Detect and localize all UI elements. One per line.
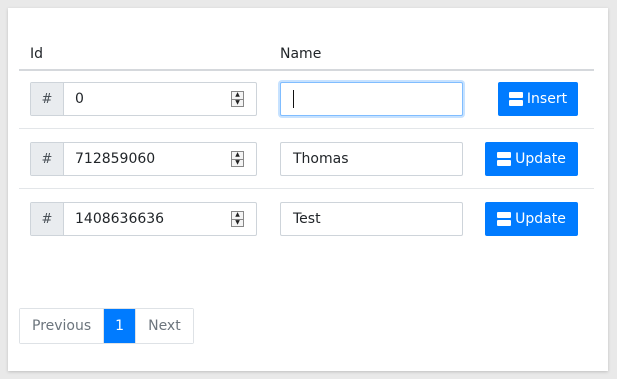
id-number-input[interactable]: 0 <box>64 83 231 115</box>
id-prefix-addon: # <box>31 143 64 175</box>
insert-button[interactable]: Insert <box>498 82 578 116</box>
id-number-input[interactable]: 1408636636 <box>64 203 231 235</box>
pagination: Previous 1 Next <box>19 308 194 344</box>
column-header-id: Id <box>30 46 44 62</box>
spinner-down-icon[interactable]: ▼ <box>232 158 243 167</box>
table-row: # 1408636636 ▲ ▼ Test Update <box>8 202 608 238</box>
next-page-button[interactable]: Next <box>135 309 193 343</box>
table-row: # 712859060 ▲ ▼ Thomas Update <box>8 142 608 178</box>
name-input-value: Thomas <box>293 151 349 167</box>
header-divider <box>19 69 594 71</box>
id-number-input[interactable]: 712859060 <box>64 143 231 175</box>
name-input[interactable]: Thomas <box>280 142 463 176</box>
server-icon <box>497 212 512 226</box>
server-icon <box>497 152 512 166</box>
id-prefix-addon: # <box>31 203 64 235</box>
id-input-group: # 712859060 ▲ ▼ <box>30 142 257 176</box>
name-input-value: Test <box>293 211 321 227</box>
update-button[interactable]: Update <box>485 142 578 176</box>
spinner-down-icon[interactable]: ▼ <box>232 218 243 227</box>
row-divider <box>19 188 594 189</box>
name-input[interactable] <box>280 82 463 116</box>
id-spinner[interactable]: ▲ ▼ <box>231 211 244 227</box>
name-input[interactable]: Test <box>280 202 463 236</box>
id-spinner[interactable]: ▲ ▼ <box>231 91 244 107</box>
table-row-insert: # 0 ▲ ▼ Insert <box>8 82 608 118</box>
column-header-name: Name <box>280 46 322 62</box>
insert-button-label: Insert <box>526 91 568 107</box>
server-icon <box>508 92 523 106</box>
page-1-button[interactable]: 1 <box>103 309 136 343</box>
id-spinner[interactable]: ▲ ▼ <box>231 151 244 167</box>
id-prefix-addon: # <box>31 83 64 115</box>
id-input-group: # 0 ▲ ▼ <box>30 82 257 116</box>
update-button-label: Update <box>515 151 566 167</box>
id-input-group: # 1408636636 ▲ ▼ <box>30 202 257 236</box>
data-table-card: Id Name # 0 ▲ ▼ Insert # 712859060 ▲ ▼ T… <box>8 8 608 371</box>
row-divider <box>19 128 594 129</box>
previous-page-button[interactable]: Previous <box>20 309 104 343</box>
text-caret <box>293 90 294 108</box>
update-button[interactable]: Update <box>485 202 578 236</box>
update-button-label: Update <box>515 211 566 227</box>
spinner-down-icon[interactable]: ▼ <box>232 98 243 107</box>
